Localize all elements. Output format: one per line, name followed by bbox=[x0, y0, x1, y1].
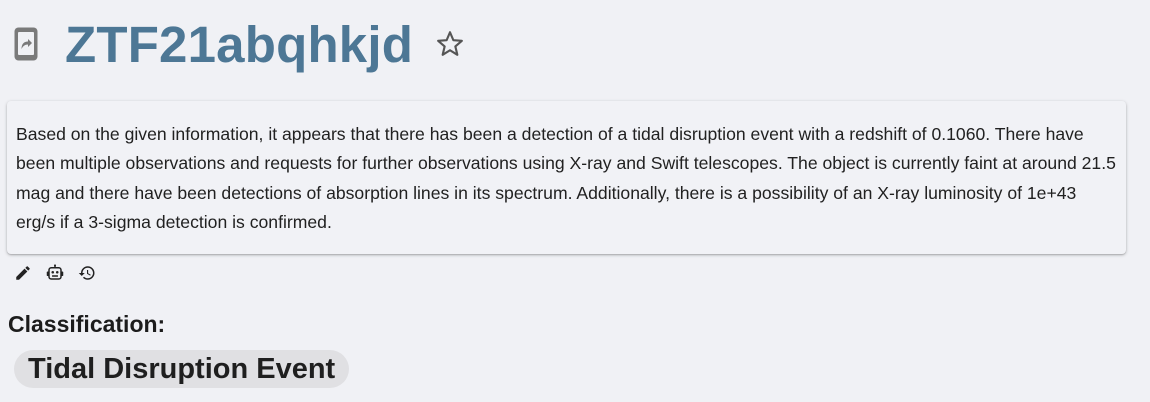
source-page: ZTF21abqhkjd Based on the given informat… bbox=[0, 0, 1150, 402]
classification-label: Classification: bbox=[8, 311, 166, 337]
summary-card: Based on the given information, it appea… bbox=[7, 101, 1126, 254]
source-title: ZTF21abqhkjd bbox=[65, 15, 414, 73]
robot-icon[interactable] bbox=[44, 262, 66, 284]
star-outline-icon[interactable] bbox=[433, 27, 467, 61]
history-icon[interactable] bbox=[76, 262, 98, 284]
summary-text: Based on the given information, it appea… bbox=[16, 124, 1116, 232]
source-header: ZTF21abqhkjd bbox=[12, 10, 467, 78]
pencil-icon[interactable] bbox=[12, 262, 34, 284]
summary-actions bbox=[12, 262, 108, 284]
classification-chip[interactable]: Tidal Disruption Event bbox=[14, 350, 350, 388]
device-share-icon[interactable] bbox=[12, 25, 40, 63]
